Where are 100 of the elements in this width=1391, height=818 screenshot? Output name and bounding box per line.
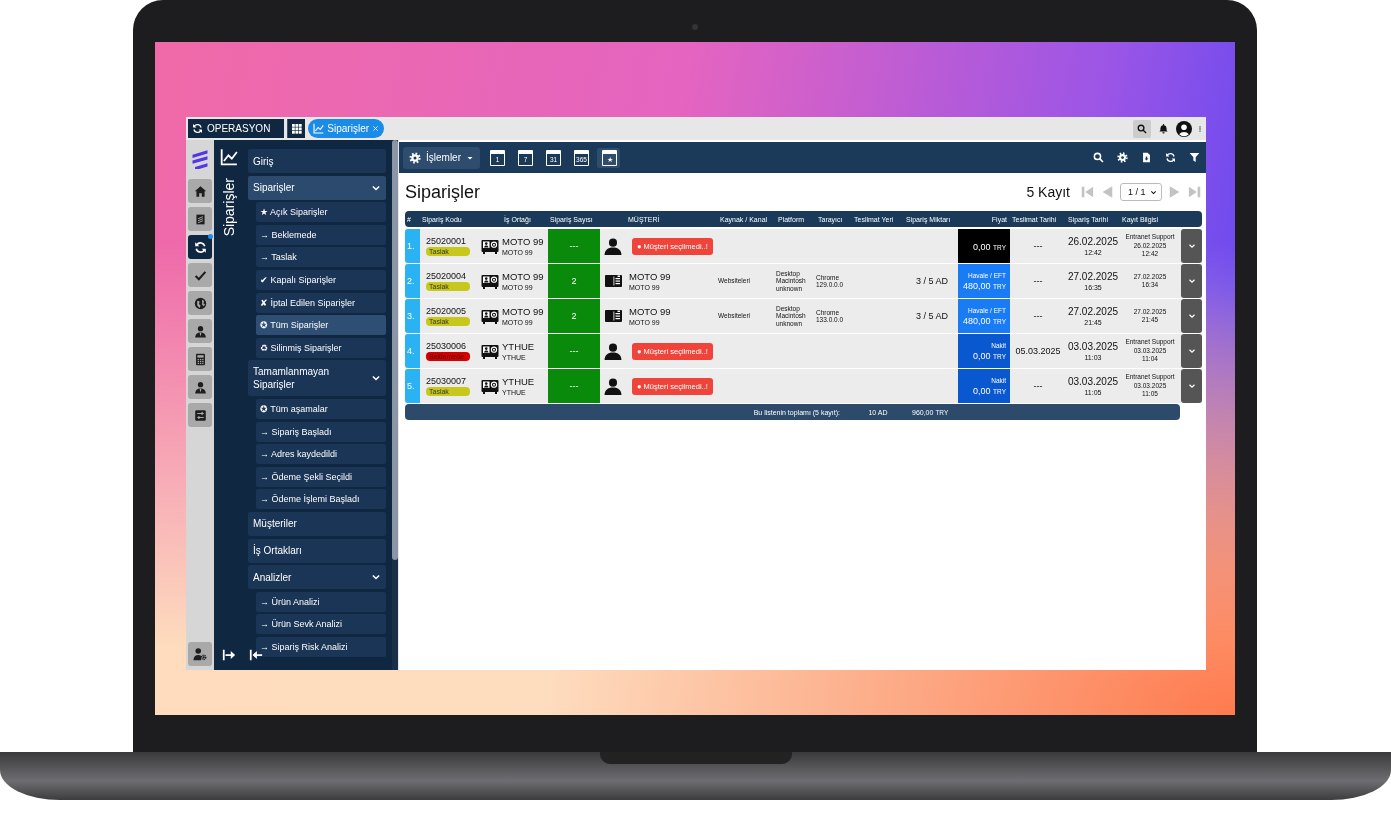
module-button[interactable]: OPERASYON <box>188 119 285 138</box>
order-count: --- <box>569 346 579 356</box>
filter-icon <box>1189 152 1200 163</box>
nav-button[interactable] <box>188 403 212 427</box>
menu-item[interactable]: İş Ortakları <box>248 538 386 563</box>
submenu-item[interactable]: → Ürün Sevk Analizi <box>256 614 386 635</box>
tab[interactable]: Siparişler <box>308 119 385 138</box>
order-date: 26.02.2025 <box>1067 236 1119 247</box>
previous-page-icon <box>1100 185 1114 199</box>
apps-grid-button[interactable] <box>287 119 306 138</box>
contact-card-icon <box>481 343 499 359</box>
page-select[interactable]: 1 / 1 <box>1120 183 1162 201</box>
chevron-icon <box>1187 382 1196 390</box>
nav-button[interactable] <box>188 179 212 203</box>
bell-icon <box>1157 123 1169 134</box>
submenu-item[interactable]: → Adres kaydedildi <box>256 444 386 465</box>
menu-item[interactable]: Müşteriler <box>248 511 386 536</box>
customer-name: MOTO 99 <box>629 271 672 282</box>
row-number: 3. <box>407 311 415 321</box>
delivery-date: --- <box>1033 311 1043 321</box>
user-gear-icon <box>193 647 207 661</box>
home-icon <box>193 184 207 198</box>
sync-icon <box>193 240 207 254</box>
submenu-item[interactable]: → Taslak <box>256 247 386 268</box>
row-number: 2. <box>407 276 415 286</box>
menu-item[interactable]: Analizler <box>248 565 386 590</box>
order-count: --- <box>569 381 579 391</box>
chevron-icon <box>1187 347 1196 355</box>
globe-icon <box>193 296 207 310</box>
submenu-item[interactable]: → Beklemede <box>256 224 386 245</box>
order-date: 03.03.2025 <box>1067 376 1119 387</box>
search-icon <box>1093 152 1104 163</box>
submenu-item[interactable]: ★ Açık Siparişler <box>256 202 386 223</box>
actions-dropdown[interactable]: İşlemler <box>403 146 480 169</box>
notebook-icon <box>193 212 207 226</box>
partner-name: MOTO 99 <box>502 306 545 317</box>
user-icon <box>193 324 207 338</box>
menu-item[interactable]: Giriş <box>248 149 386 173</box>
submenu-item[interactable]: ✪ Tüm aşamalar <box>256 398 386 419</box>
submenu-item[interactable]: ♻ Silinmiş Siparişler <box>256 337 386 358</box>
chevron-icon <box>1187 312 1196 320</box>
contact-card-icon <box>481 238 499 254</box>
order-date: 03.03.2025 <box>1067 341 1119 352</box>
sliders-icon <box>193 408 207 422</box>
row-number: 5. <box>407 381 415 391</box>
search-icon <box>1137 123 1147 134</box>
file-download-icon <box>1141 152 1152 163</box>
check-icon <box>193 268 207 282</box>
delivery-date: --- <box>1033 241 1043 251</box>
quantity-text: 3 / 5 AD <box>915 276 948 286</box>
person-icon <box>604 377 622 395</box>
order-code: 25030007 <box>426 376 468 386</box>
chart-icon <box>220 148 238 166</box>
next-page-icon <box>1168 185 1182 199</box>
menu-item[interactable]: Siparişler <box>248 175 386 200</box>
expand-icon <box>222 648 236 662</box>
delivery-date: --- <box>1033 381 1043 391</box>
user-icon <box>193 380 207 394</box>
submenu-item[interactable]: → Ödeme İşlemi Başladı <box>256 489 386 510</box>
page-title: Siparişler <box>405 181 481 203</box>
row-number: 4. <box>407 346 415 356</box>
profile-button[interactable] <box>1175 119 1193 138</box>
nav-button[interactable] <box>188 375 212 399</box>
chevron-icon <box>1150 188 1157 196</box>
nav-button[interactable] <box>188 207 212 231</box>
nav-button[interactable] <box>188 235 212 259</box>
nav-button[interactable] <box>188 291 212 315</box>
order-code: 25020001 <box>426 236 468 246</box>
nav-button[interactable] <box>188 347 212 371</box>
person-icon <box>604 342 622 360</box>
submenu-item[interactable]: → Sipariş Başladı <box>256 421 386 442</box>
submenu-item[interactable]: → Ödeme Şekli Seçildi <box>256 466 386 487</box>
close-icon <box>372 125 380 132</box>
contact-card-icon <box>481 308 499 324</box>
delivery-date: --- <box>1033 276 1043 286</box>
scrollbar[interactable] <box>392 140 398 670</box>
submenu-item[interactable]: ✪ Tüm Siparişler <box>256 315 386 336</box>
order-count: --- <box>569 241 579 251</box>
order-count: 2 <box>571 276 577 286</box>
order-code: 25030006 <box>426 341 468 351</box>
nav-button[interactable] <box>188 263 212 287</box>
submenu-item[interactable]: ✔ Kapalı Siparişler <box>256 269 386 290</box>
id-card-icon <box>603 308 623 324</box>
search-button[interactable] <box>1133 119 1151 138</box>
menu-item[interactable]: Tamamlanmayan Siparişler <box>248 360 386 397</box>
partner-name: MOTO 99 <box>502 271 545 282</box>
id-card-icon <box>603 273 623 289</box>
submenu-item[interactable]: → Sipariş Risk Analizi <box>256 636 386 657</box>
contact-card-icon <box>481 273 499 289</box>
nav-button[interactable] <box>188 319 212 343</box>
submenu-item[interactable]: ✘ İptal Edilen Siparişler <box>256 292 386 313</box>
row-number: 1. <box>407 241 415 251</box>
gear-icon <box>409 151 421 164</box>
user-settings-button[interactable] <box>188 642 212 666</box>
chevron-icon <box>1187 242 1196 250</box>
partner-name: MOTO 99 <box>502 236 545 247</box>
last-page-icon <box>1188 185 1202 199</box>
collapse-icon <box>249 648 263 662</box>
submenu-item[interactable]: → Ürün Analizi <box>256 591 386 612</box>
gear-icon <box>1117 152 1128 163</box>
